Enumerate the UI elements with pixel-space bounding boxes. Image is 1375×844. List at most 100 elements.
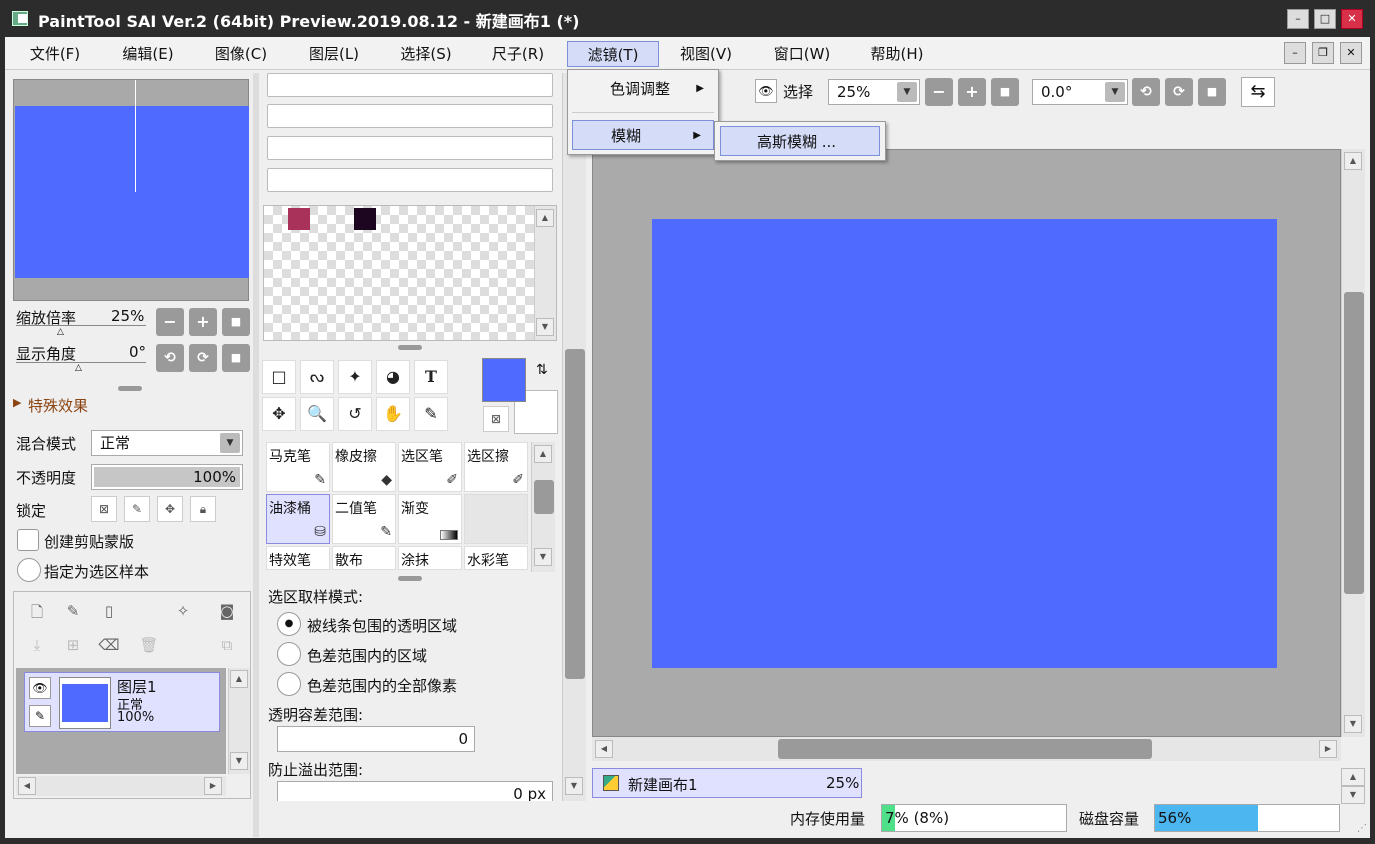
- panel-splitter[interactable]: [118, 386, 142, 391]
- scroll-up-icon[interactable]: ▲: [536, 209, 554, 227]
- tool-column-scrollbar[interactable]: ▼: [562, 73, 586, 801]
- canvas-tab[interactable]: 新建画布1 25%: [592, 768, 862, 798]
- sample-option-3-radio[interactable]: [277, 672, 301, 696]
- lock-all-icon[interactable]: 🔒︎: [190, 496, 216, 522]
- menu-layer[interactable]: 图层(L): [298, 41, 370, 67]
- scroll-down-icon[interactable]: ▼: [1344, 715, 1362, 733]
- canvas-vscrollbar[interactable]: ▲ ▼: [1341, 149, 1365, 737]
- menu-select[interactable]: 选择(S): [389, 41, 463, 67]
- brush-gradient[interactable]: 渐变 ▬: [398, 494, 462, 544]
- zoom-slider-handle-icon[interactable]: △: [57, 327, 64, 337]
- menu-edit[interactable]: 编辑(E): [112, 41, 184, 67]
- brush-eraser[interactable]: 橡皮擦 ◆: [332, 442, 396, 492]
- brush-select-pen[interactable]: 选区笔 ✐: [398, 442, 462, 492]
- scroll-down-icon[interactable]: ▼: [536, 318, 554, 336]
- swatch-panel[interactable]: ▲ ▼: [263, 205, 557, 341]
- toolbar-rotate-ccw-button[interactable]: ⟲: [1132, 78, 1160, 106]
- layer-hscrollbar[interactable]: ◀ ▶: [16, 776, 226, 796]
- scroll-up-icon[interactable]: ▲: [1344, 152, 1362, 170]
- menu-window[interactable]: 窗口(W): [762, 41, 842, 67]
- hand-icon[interactable]: ✋: [376, 397, 410, 431]
- toolbar-zoom-select[interactable]: 25% ▼: [828, 79, 920, 105]
- minimize-button[interactable]: –: [1287, 9, 1309, 29]
- scroll-thumb[interactable]: [565, 349, 585, 679]
- brush-watercolor[interactable]: 水彩笔: [464, 546, 528, 570]
- scroll-left-icon[interactable]: ◀: [18, 777, 36, 795]
- menu-item-color-adjust[interactable]: 色调调整 ▶: [570, 74, 716, 104]
- brush-scatter[interactable]: 散布: [332, 546, 396, 570]
- scroll-thumb[interactable]: [778, 739, 1152, 759]
- tab-scroll-down-icon[interactable]: ▼: [1341, 786, 1365, 804]
- menu-filter[interactable]: 滤镜(T): [567, 41, 659, 67]
- eyedropper-icon[interactable]: ✎: [414, 397, 448, 431]
- angle-slider-handle-icon[interactable]: △: [75, 363, 82, 373]
- lock-move-icon[interactable]: ✥: [157, 496, 183, 522]
- opacity-slider[interactable]: 100%: [91, 464, 243, 490]
- new-pen-layer-icon[interactable]: ✎: [62, 602, 84, 620]
- resize-grip-icon[interactable]: ⋰: [1357, 823, 1367, 834]
- lock-paint-icon[interactable]: ✎: [124, 496, 150, 522]
- toolbar-angle-select[interactable]: 0.0° ▼: [1032, 79, 1128, 105]
- eye-icon[interactable]: 👁︎: [29, 677, 51, 699]
- selection-sample-checkbox[interactable]: [17, 558, 41, 582]
- zoom-icon[interactable]: 🔍: [300, 397, 334, 431]
- menu-file[interactable]: 文件(F): [19, 41, 91, 67]
- scroll-down-icon[interactable]: ▼: [230, 752, 248, 770]
- brush-blur[interactable]: 涂抹: [398, 546, 462, 570]
- flip-horizontal-icon[interactable]: ⇆: [1241, 77, 1275, 107]
- copy-layer-icon[interactable]: ⧉: [216, 636, 238, 654]
- overflow-input[interactable]: 0 px: [277, 781, 553, 801]
- toolbar-zoom-in-button[interactable]: +: [958, 78, 986, 106]
- transparent-color-icon[interactable]: ⊠: [483, 406, 509, 432]
- scroll-right-icon[interactable]: ▶: [1319, 740, 1337, 758]
- sample-option-1-radio[interactable]: ●: [277, 612, 301, 636]
- zoom-in-button[interactable]: +: [189, 308, 217, 336]
- zoom-slider[interactable]: [16, 325, 146, 326]
- menu-item-blur[interactable]: 模糊 ▶: [572, 120, 714, 150]
- layer-scrollbar[interactable]: ▲ ▼: [228, 668, 250, 774]
- scroll-up-icon[interactable]: ▲: [534, 445, 552, 463]
- doc-restore-button[interactable]: ❐: [1312, 42, 1334, 64]
- navigator-preview[interactable]: [13, 79, 249, 301]
- lock-transparency-icon[interactable]: ⊠: [91, 496, 117, 522]
- toolbar-zoom-out-button[interactable]: −: [925, 78, 953, 106]
- menu-image[interactable]: 图像(C): [205, 41, 277, 67]
- text-tool-icon[interactable]: T: [414, 360, 448, 394]
- new-layer-icon[interactable]: 🗋: [26, 602, 48, 627]
- shape-icon[interactable]: ◕: [376, 360, 410, 394]
- swatch-2[interactable]: [354, 208, 376, 230]
- layer-effect-icon[interactable]: ✧: [172, 602, 194, 620]
- toolbar-rotate-cw-button[interactable]: ⟳: [1165, 78, 1193, 106]
- expand-arrow-icon[interactable]: ▶: [13, 396, 21, 409]
- tab-scroll-up-icon[interactable]: ▲: [1341, 768, 1365, 786]
- toolbar-zoom-reset-button[interactable]: ■: [991, 78, 1019, 106]
- layer-mask-icon[interactable]: ◙: [216, 602, 238, 620]
- menu-help[interactable]: 帮助(H): [860, 41, 934, 67]
- zoom-out-button[interactable]: −: [156, 308, 184, 336]
- brush-bucket[interactable]: 油漆桶 ⛁: [266, 494, 330, 544]
- zoom-reset-button[interactable]: ■: [222, 308, 250, 336]
- scroll-left-icon[interactable]: ◀: [595, 740, 613, 758]
- brush-binary-pen[interactable]: 二值笔 ✎: [332, 494, 396, 544]
- rotate-reset-button[interactable]: ■: [222, 344, 250, 372]
- brush-scrollbar[interactable]: ▲ ▼: [531, 442, 555, 572]
- brush-marker[interactable]: 马克笔 ✎: [266, 442, 330, 492]
- rect-select-icon[interactable]: □: [262, 360, 296, 394]
- scroll-right-icon[interactable]: ▶: [204, 777, 222, 795]
- tolerance-input[interactable]: 0: [277, 726, 475, 752]
- move-icon[interactable]: ✥: [262, 397, 296, 431]
- panel-splitter[interactable]: [398, 576, 422, 581]
- duplicate-layer-icon[interactable]: ⊞: [62, 636, 84, 654]
- blend-mode-select[interactable]: 正常 ▼: [91, 430, 243, 456]
- clear-layer-icon[interactable]: ⌫: [98, 636, 120, 654]
- canvas-hscrollbar[interactable]: ◀ ▶: [592, 737, 1341, 761]
- rotate-ccw-button[interactable]: ⟲: [156, 344, 184, 372]
- sample-option-2-radio[interactable]: [277, 642, 301, 666]
- merge-down-icon[interactable]: ⤓: [26, 636, 48, 654]
- rotate-cw-button[interactable]: ⟳: [189, 344, 217, 372]
- column-divider[interactable]: [253, 73, 259, 837]
- scroll-thumb[interactable]: [1344, 292, 1364, 594]
- view-eye-icon[interactable]: 👁︎: [755, 79, 777, 103]
- color-slider-3[interactable]: [267, 136, 553, 160]
- doc-close-button[interactable]: ✕: [1340, 42, 1362, 64]
